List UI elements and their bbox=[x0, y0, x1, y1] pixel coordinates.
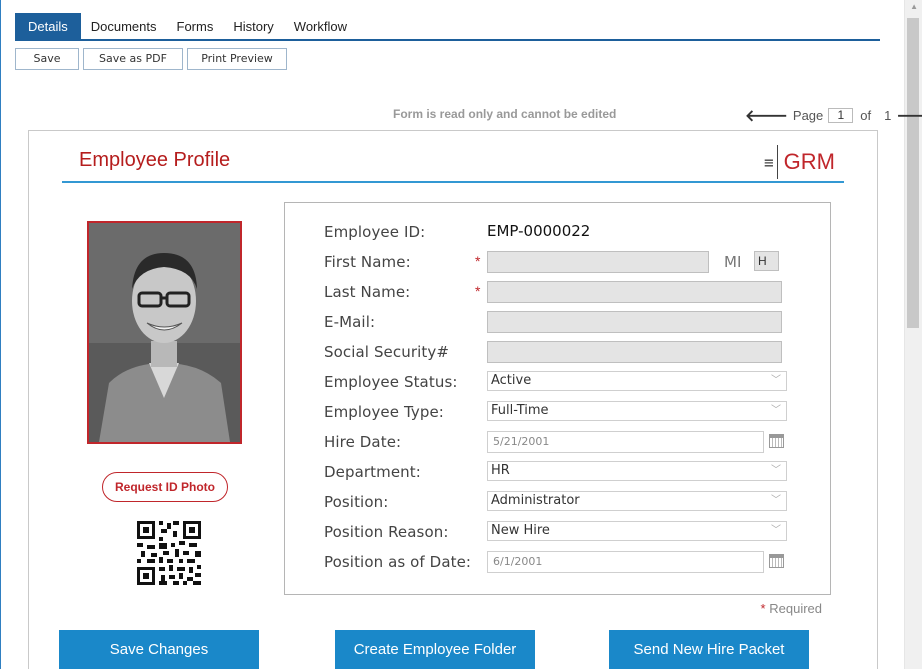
vertical-scrollbar[interactable]: ▲ bbox=[904, 0, 922, 669]
page-number-input[interactable]: 1 bbox=[828, 108, 854, 123]
logo-divider bbox=[776, 145, 778, 179]
next-page-icon[interactable]: 🡒 bbox=[896, 105, 922, 126]
scroll-thumb[interactable] bbox=[907, 18, 919, 328]
chevron-down-icon: ﹀ bbox=[771, 465, 781, 476]
tab-workflow[interactable]: Workflow bbox=[284, 13, 357, 40]
qr-code bbox=[137, 521, 201, 585]
tab-history[interactable]: History bbox=[223, 13, 283, 40]
chevron-down-icon: ﹀ bbox=[771, 375, 781, 386]
employee-id-value: EMP-0000022 bbox=[487, 222, 591, 240]
first-name-field[interactable] bbox=[487, 251, 709, 273]
position-date-label: Position as of Date: bbox=[324, 553, 472, 571]
last-name-field[interactable] bbox=[487, 281, 782, 303]
tab-documents[interactable]: Documents bbox=[81, 13, 167, 40]
department-value: HR bbox=[491, 463, 510, 478]
middle-initial-field[interactable]: H bbox=[754, 251, 779, 271]
previous-page-icon[interactable]: 🡐 bbox=[745, 105, 788, 126]
print-preview-button[interactable]: Print Preview bbox=[187, 48, 287, 70]
page-total: 1 bbox=[884, 108, 892, 123]
email-row: E-Mail: bbox=[285, 309, 830, 333]
readonly-message: Form is read only and cannot be edited bbox=[393, 107, 617, 121]
position-reason-label: Position Reason: bbox=[324, 523, 449, 541]
employee-status-value: Active bbox=[491, 373, 532, 388]
required-note-text: Required bbox=[769, 601, 822, 616]
employee-id-label: Employee ID: bbox=[324, 223, 426, 241]
calendar-icon[interactable] bbox=[769, 554, 784, 568]
grm-logo: ≡ GRM bbox=[764, 145, 835, 179]
position-row: Position: Administrator ﹀ bbox=[285, 489, 830, 513]
hire-date-field[interactable]: 5/21/2001 bbox=[487, 431, 764, 453]
title-divider bbox=[62, 181, 844, 183]
department-select[interactable]: HR ﹀ bbox=[487, 461, 787, 481]
employee-profile-form: Employee Profile ≡ GRM Request ID Photo bbox=[28, 130, 878, 669]
chevron-down-icon: ﹀ bbox=[771, 525, 781, 536]
position-reason-row: Position Reason: New Hire ﹀ bbox=[285, 519, 830, 543]
form-title: Employee Profile bbox=[79, 149, 231, 171]
logo-text: GRM bbox=[783, 149, 835, 174]
email-label: E-Mail: bbox=[324, 313, 376, 331]
required-star: * bbox=[760, 601, 766, 616]
save-button[interactable]: Save bbox=[15, 48, 79, 70]
create-employee-folder-button[interactable]: Create Employee Folder bbox=[335, 630, 535, 669]
mi-label: MI bbox=[724, 253, 742, 271]
employee-status-select[interactable]: Active ﹀ bbox=[487, 371, 787, 391]
tab-bar: Details Documents Forms History Workflow bbox=[15, 13, 880, 41]
position-reason-select[interactable]: New Hire ﹀ bbox=[487, 521, 787, 541]
page-label: Page bbox=[792, 108, 824, 123]
scroll-up-icon[interactable]: ▲ bbox=[910, 2, 918, 11]
employee-type-select[interactable]: Full-Time ﹀ bbox=[487, 401, 787, 421]
email-field[interactable] bbox=[487, 311, 782, 333]
calendar-icon[interactable] bbox=[769, 434, 784, 448]
employee-status-label: Employee Status: bbox=[324, 373, 458, 391]
toolbar: Save Save as PDF Print Preview bbox=[15, 48, 287, 70]
ssn-field[interactable] bbox=[487, 341, 782, 363]
ssn-row: Social Security# bbox=[285, 339, 830, 363]
position-select[interactable]: Administrator ﹀ bbox=[487, 491, 787, 511]
employee-status-row: Employee Status: Active ﹀ bbox=[285, 369, 830, 393]
request-id-photo-button[interactable]: Request ID Photo bbox=[102, 472, 228, 502]
position-date-row: Position as of Date: 6/1/2001 bbox=[285, 549, 830, 573]
hire-date-label: Hire Date: bbox=[324, 433, 402, 451]
position-date-field[interactable]: 6/1/2001 bbox=[487, 551, 764, 573]
last-name-label: Last Name: bbox=[324, 283, 411, 301]
tab-forms[interactable]: Forms bbox=[167, 13, 224, 40]
employee-photo bbox=[87, 221, 242, 444]
save-as-pdf-button[interactable]: Save as PDF bbox=[83, 48, 183, 70]
department-row: Department: HR ﹀ bbox=[285, 459, 830, 483]
hire-date-row: Hire Date: 5/21/2001 bbox=[285, 429, 830, 453]
employee-type-value: Full-Time bbox=[491, 403, 549, 418]
position-reason-value: New Hire bbox=[491, 523, 550, 538]
department-label: Department: bbox=[324, 463, 421, 481]
chevron-down-icon: ﹀ bbox=[771, 495, 781, 506]
employee-type-label: Employee Type: bbox=[324, 403, 444, 421]
ssn-label: Social Security# bbox=[324, 343, 450, 361]
employee-fields-panel: Employee ID: EMP-0000022 First Name: * M… bbox=[284, 202, 831, 595]
position-value: Administrator bbox=[491, 493, 580, 508]
document-lines-icon: ≡ bbox=[764, 152, 774, 172]
first-name-row: First Name: * MI H bbox=[285, 249, 830, 273]
required-star: * bbox=[475, 253, 481, 269]
of-label: of bbox=[860, 108, 872, 123]
position-label: Position: bbox=[324, 493, 389, 511]
last-name-row: Last Name: * bbox=[285, 279, 830, 303]
required-note: * Required bbox=[761, 601, 822, 616]
employee-type-row: Employee Type: Full-Time ﹀ bbox=[285, 399, 830, 423]
employee-id-row: Employee ID: EMP-0000022 bbox=[285, 219, 830, 243]
send-new-hire-packet-button[interactable]: Send New Hire Packet bbox=[609, 630, 809, 669]
required-star: * bbox=[475, 283, 481, 299]
pager: 🡐 Page 1 of 1 🡒 bbox=[745, 105, 922, 126]
first-name-label: First Name: bbox=[324, 253, 411, 271]
tab-details[interactable]: Details bbox=[15, 13, 81, 40]
save-changes-button[interactable]: Save Changes bbox=[59, 630, 259, 669]
chevron-down-icon: ﹀ bbox=[771, 405, 781, 416]
